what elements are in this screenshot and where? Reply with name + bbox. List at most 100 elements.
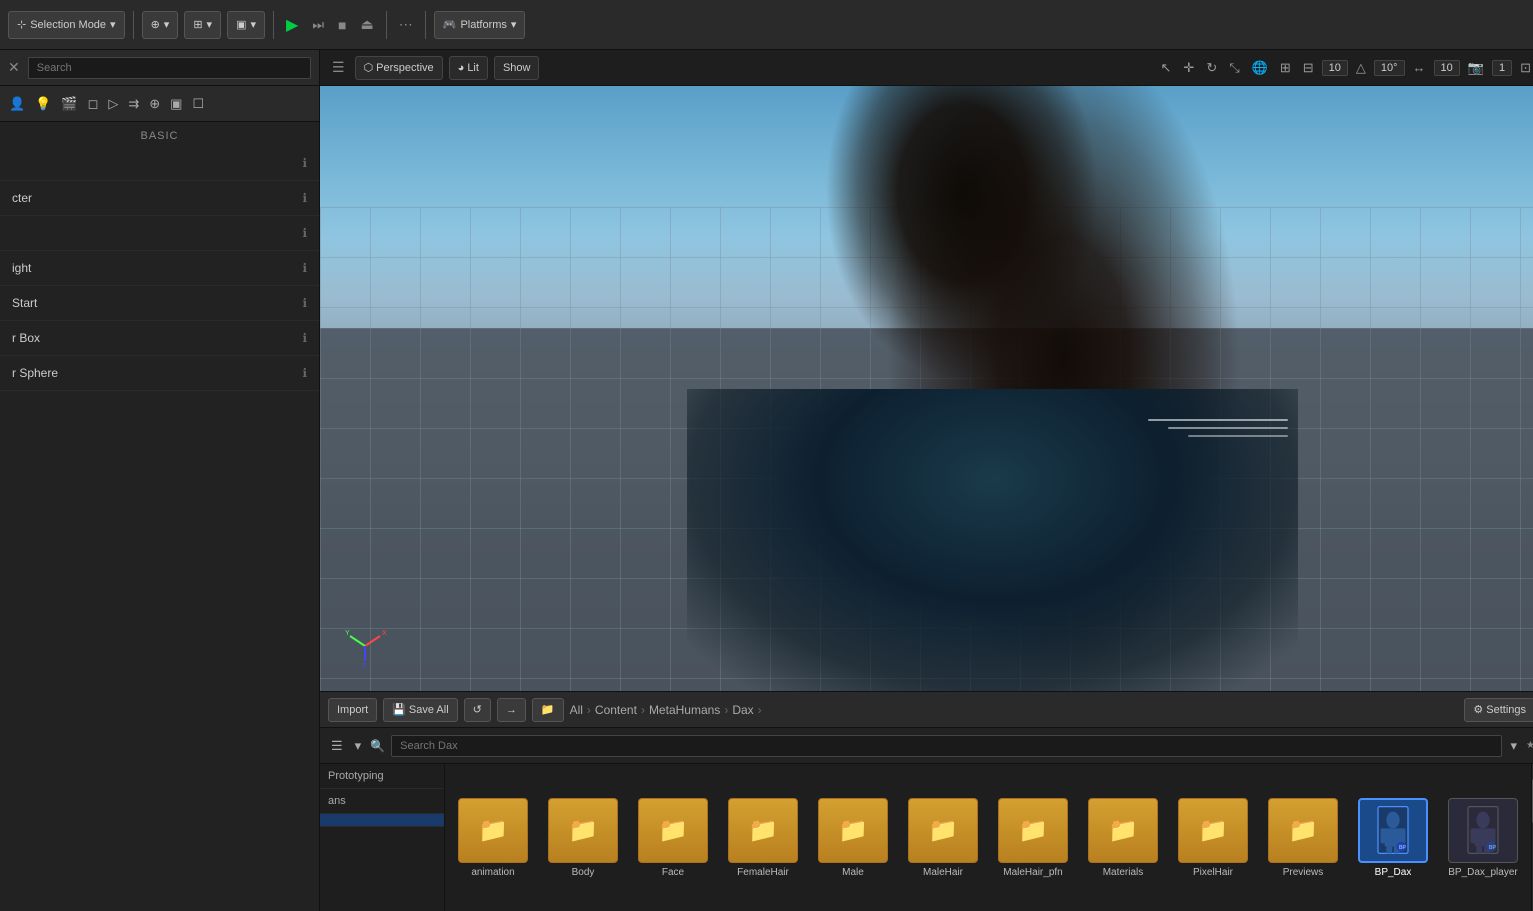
scale-icon-button[interactable]: ⤡ (1225, 58, 1243, 78)
blueprint-icon-bp-dax-player: BP (1448, 798, 1518, 863)
list-item-empty-2[interactable]: ℹ (0, 216, 319, 251)
select-icon-button[interactable]: ↖ (1157, 58, 1176, 78)
speed-line-3 (1188, 435, 1288, 437)
folder-icon-materials: 📁 (1088, 798, 1158, 863)
folder-icon-male: 📁 (818, 798, 888, 863)
grid-icon-button[interactable]: 🌐 (1248, 58, 1272, 78)
trigger-icon-button[interactable]: ▷ (105, 94, 121, 114)
skip-forward-button[interactable]: ⏭ (308, 15, 328, 35)
left-panel-search-input[interactable] (28, 57, 311, 79)
shape-icon-button[interactable]: ◻ (85, 94, 102, 114)
toolbar-separator-2 (273, 11, 274, 39)
more-options-button[interactable]: ⋯ (395, 14, 417, 35)
viewport[interactable]: X Y Z (320, 86, 1533, 691)
folder-icon-button[interactable]: 📁 (532, 698, 564, 722)
svg-text:Y: Y (345, 630, 350, 637)
angle-icon-button[interactable]: △ (1352, 58, 1370, 78)
cursor-icon: ⊹ (17, 18, 26, 31)
asset-femalehair[interactable]: 📁 FemaleHair (723, 798, 803, 878)
info-icon-5[interactable]: ℹ (302, 296, 307, 310)
asset-previews[interactable]: 📁 Previews (1263, 798, 1343, 878)
info-icon-1[interactable]: ℹ (302, 156, 307, 170)
left-panel-close-button[interactable]: ✕ (8, 59, 20, 76)
perspective-button[interactable]: ⬡ Perspective (355, 56, 443, 80)
snap-grid-button[interactable]: ⊞ (1276, 58, 1295, 78)
asset-animation[interactable]: 📁 animation (453, 798, 533, 878)
filter-button[interactable]: ☰ (328, 736, 346, 756)
asset-label-malehair: MaleHair (923, 867, 963, 878)
list-item-empty-1[interactable]: ℹ (0, 146, 319, 181)
svg-text:Z: Z (362, 663, 367, 670)
info-icon-4[interactable]: ℹ (302, 261, 307, 275)
transform-button[interactable]: ⊕ ▾ (142, 11, 179, 39)
speed-line-1 (1148, 419, 1288, 421)
content-left-active[interactable] (320, 814, 444, 827)
stop-button[interactable]: ■ (334, 15, 350, 35)
lit-button[interactable]: ◕ Lit (449, 56, 488, 80)
viewport-toolbar: ☰ ⬡ Perspective ◕ Lit Show ↖ ✛ ↻ ⤡ 🌐 ⊞ ⊟ (320, 50, 1533, 86)
breadcrumb-all[interactable]: All (570, 703, 583, 717)
show-button[interactable]: Show (494, 56, 540, 80)
list-item-start[interactable]: Start ℹ (0, 286, 319, 321)
list-item-ight[interactable]: ight ℹ (0, 251, 319, 286)
viewport-menu-button[interactable]: ☰ (328, 59, 349, 76)
snap-button[interactable]: ⊞ ▾ (184, 11, 221, 39)
asset-materials[interactable]: 📁 Materials (1083, 798, 1163, 878)
center-area: ☰ ⬡ Perspective ◕ Lit Show ↖ ✛ ↻ ⤡ 🌐 ⊞ ⊟ (320, 50, 1533, 911)
translate-icon-button[interactable]: ✛ (1179, 58, 1198, 78)
content-left-prototyping[interactable]: Prototyping (320, 764, 444, 789)
light-icon-button[interactable]: 💡 (32, 94, 54, 114)
play-button[interactable]: ▶ (282, 13, 302, 37)
asset-face[interactable]: 📁 Face (633, 798, 713, 878)
search-icon: 🔍 (370, 739, 385, 753)
folder-icon-face: 📁 (638, 798, 708, 863)
refresh-button[interactable]: ↺ (464, 698, 491, 722)
settings-button[interactable]: ⚙ Settings (1464, 698, 1533, 722)
actor-icon-button[interactable]: 👤 (6, 94, 28, 114)
items-list: ℹ cter ℹ ℹ ight ℹ Start ℹ r Box ℹ (0, 146, 319, 911)
asset-malehair[interactable]: 📁 MaleHair (903, 798, 983, 878)
box-icon-button[interactable]: ☐ (189, 94, 207, 114)
asset-male[interactable]: 📁 Male (813, 798, 893, 878)
info-icon-2[interactable]: ℹ (302, 191, 307, 205)
selection-mode-button[interactable]: ⊹ Selection Mode ▾ (8, 11, 125, 39)
asset-pixelhair[interactable]: 📁 PixelHair (1173, 798, 1253, 878)
asset-malehair-pfn[interactable]: 📁 MaleHair_pfn (993, 798, 1073, 878)
info-icon-7[interactable]: ℹ (302, 366, 307, 380)
breadcrumb-content[interactable]: Content (595, 703, 637, 717)
platforms-button[interactable]: 🎮 Platforms ▾ (434, 11, 526, 39)
breadcrumb-metahumans[interactable]: MetaHumans (649, 703, 720, 717)
list-item-cter[interactable]: cter ℹ (0, 181, 319, 216)
basic-category-label: BASIC (0, 122, 319, 146)
distance-icon-button[interactable]: ↔ (1409, 58, 1430, 77)
svg-text:X: X (382, 630, 387, 637)
icon-toolbar: 👤 💡 🎬 ◻ ▷ ⇉ ⊕ ▣ ☐ (0, 86, 319, 122)
arrow-icon-button[interactable]: ⇉ (125, 94, 142, 114)
filter-sort-button[interactable]: ▾ (352, 736, 365, 756)
dropdown-button[interactable]: ▾ (1508, 736, 1521, 756)
save-all-button[interactable]: 💾 Save All (383, 698, 457, 722)
forward-button[interactable]: → (497, 698, 526, 722)
layout-icon-button[interactable]: ⊟ (1299, 58, 1318, 78)
eject-button[interactable]: ⏏ (357, 14, 378, 35)
list-item-sphere[interactable]: r Sphere ℹ (0, 356, 319, 391)
info-icon-6[interactable]: ℹ (302, 331, 307, 345)
cube-icon-button[interactable]: ▣ (167, 94, 185, 114)
merge-icon-button[interactable]: ⊕ (146, 94, 163, 114)
cinema-icon-button[interactable]: 🎬 (58, 94, 80, 114)
camera-button[interactable]: ▣ ▾ (227, 11, 265, 39)
asset-bp-dax-player[interactable]: BP BP_Dax_player (1443, 798, 1523, 878)
asset-bp-dax[interactable]: BP BP_Dax (1353, 798, 1433, 878)
import-button[interactable]: Import (328, 698, 377, 722)
asset-body[interactable]: 📁 Body (543, 798, 623, 878)
rotate-icon-button[interactable]: ↻ (1202, 58, 1221, 78)
list-item-box[interactable]: r Box ℹ (0, 321, 319, 356)
platform-icon: 🎮 (443, 18, 457, 31)
perspective-label: Perspective (376, 62, 433, 74)
bottom-search-input[interactable] (391, 735, 1501, 757)
info-icon-3[interactable]: ℹ (302, 226, 307, 240)
content-left-ans[interactable]: ans (320, 789, 444, 814)
breadcrumb-dax[interactable]: Dax (732, 703, 753, 717)
camera2-icon-button[interactable]: 📷 (1464, 58, 1488, 78)
maximize-icon-button[interactable]: ⊡ (1516, 58, 1533, 78)
